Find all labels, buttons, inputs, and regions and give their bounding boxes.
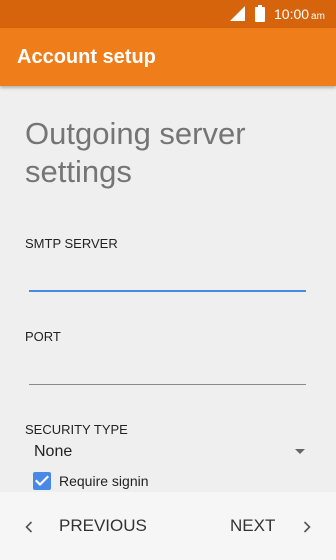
clock-time: 10:00 <box>274 6 310 22</box>
smtp-server-label: SMTP SERVER <box>25 236 118 251</box>
chevron-right-icon <box>303 520 311 533</box>
page-title: Outgoing server settings <box>25 116 246 189</box>
security-type-value: None <box>34 443 73 460</box>
smtp-server-input[interactable] <box>29 266 306 292</box>
next-button[interactable]: NEXT <box>200 492 336 560</box>
action-bar-title: Account setup <box>17 46 156 68</box>
action-bar: Account setup <box>0 28 336 86</box>
next-button-label: NEXT <box>230 516 276 535</box>
port-label: PORT <box>25 329 61 344</box>
previous-button-label: PREVIOUS <box>59 516 147 535</box>
bottom-navigation-bar: PREVIOUS NEXT <box>0 492 336 560</box>
signal-icon <box>230 6 245 26</box>
status-bar: 10:00 am <box>0 0 336 28</box>
previous-button[interactable]: PREVIOUS <box>0 492 160 560</box>
port-input[interactable] <box>29 359 306 385</box>
security-type-dropdown[interactable]: None <box>25 440 307 464</box>
battery-icon <box>255 5 265 27</box>
status-clock: 10:00 am <box>274 6 325 25</box>
security-type-label: SECURITY TYPE <box>25 422 128 437</box>
chevron-left-icon <box>25 520 33 533</box>
dropdown-arrow-icon <box>295 449 305 454</box>
require-signin-label: Require signin <box>59 473 149 489</box>
clock-ampm: am <box>311 11 325 22</box>
checkbox-checked-icon <box>33 472 51 490</box>
